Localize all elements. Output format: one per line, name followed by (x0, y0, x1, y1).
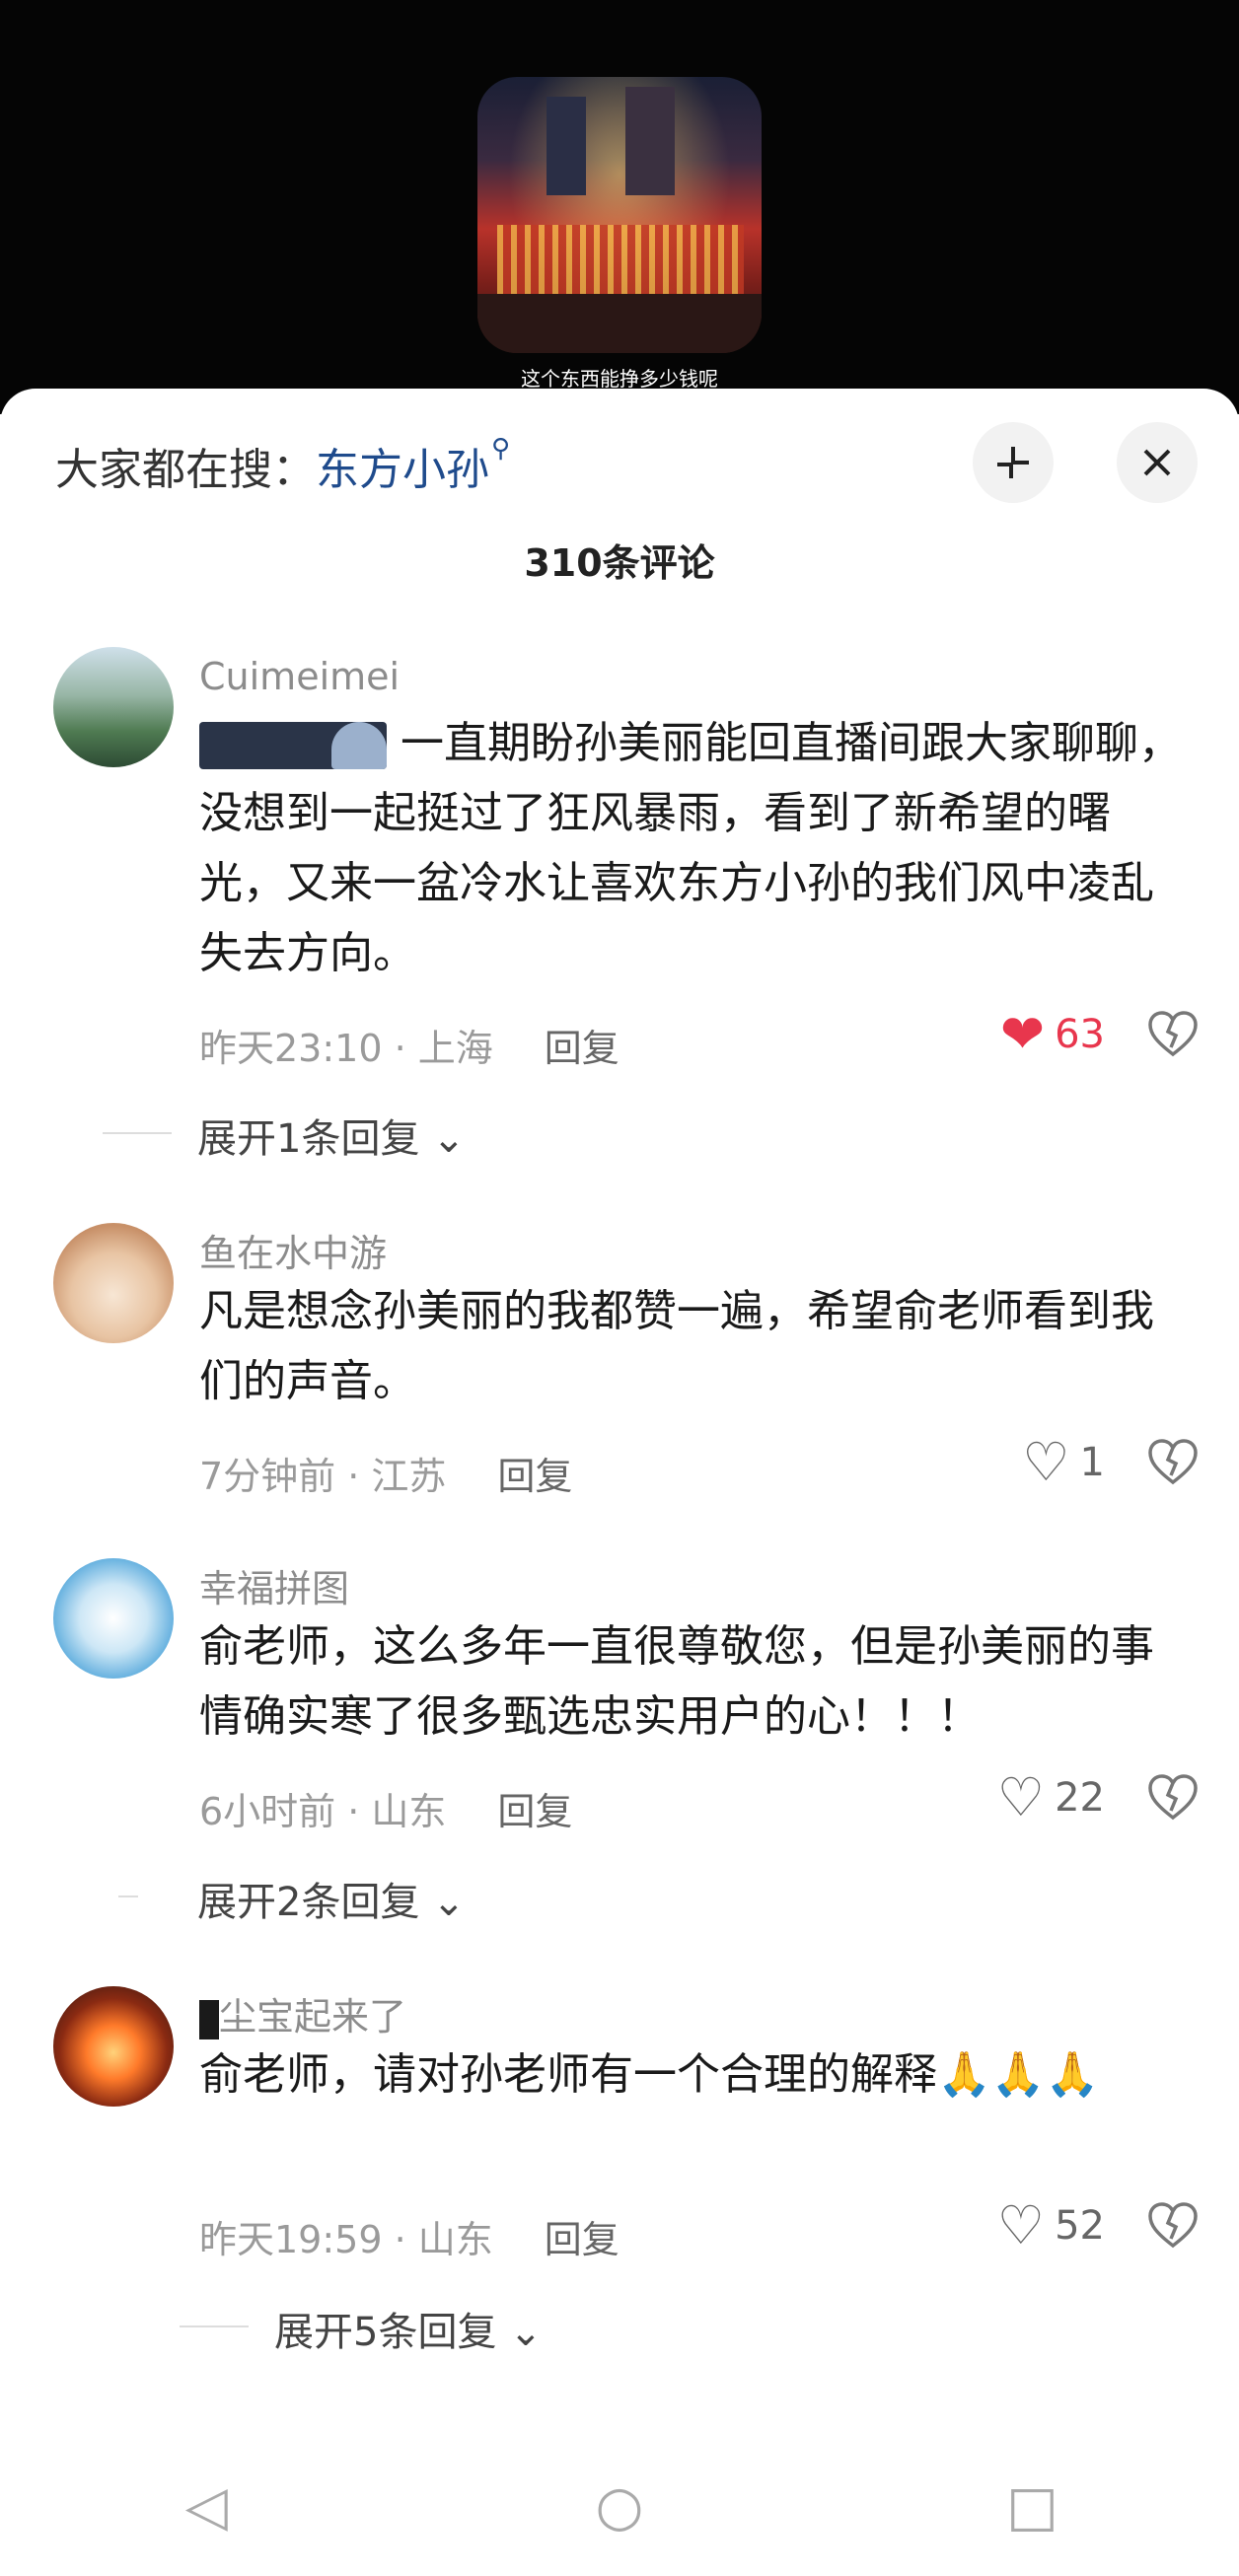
divider (180, 2326, 249, 2327)
comment-text[interactable]: 凡是想念孙美丽的我都赞一遍，希望俞老师看到我们的声音。 (199, 1276, 1186, 1416)
divider (103, 1132, 172, 1134)
comment-meta: 昨天19:59 · 山东 回复 (199, 2209, 620, 2263)
like-button[interactable]: ♡ 52 (997, 2199, 1105, 2253)
comment-count: 310条评论 (524, 541, 715, 585)
username[interactable]: 鱼在水中游 (199, 1223, 387, 1277)
dislike-icon[interactable] (1146, 1436, 1200, 1501)
search-keyword[interactable]: 东方小孙 (316, 445, 489, 495)
avatar[interactable] (53, 1223, 174, 1343)
like-button[interactable]: ♡ 22 (997, 1771, 1105, 1825)
close-icon[interactable] (1117, 422, 1198, 503)
back-icon[interactable]: ◁ (147, 2474, 265, 2539)
comment-text[interactable]: 一直期盼孙美丽能回直播间跟大家聊聊，没想到一起挺过了狂风暴雨，看到了新希望的曙光… (199, 708, 1186, 988)
comment-meta: 6小时前 · 山东 回复 (199, 1781, 572, 1835)
dislike-icon[interactable] (1146, 2199, 1200, 2264)
redaction-mark (199, 1999, 219, 2039)
reply-button[interactable]: 回复 (497, 1455, 572, 1498)
magnifier-icon: ⚲ (491, 434, 511, 464)
comment-text[interactable]: 俞老师，请对孙老师有一个合理的解释🙏🙏🙏 (199, 2039, 1186, 2110)
reply-button[interactable]: 回复 (497, 1790, 572, 1833)
heart-filled-icon: ❤ (999, 1003, 1046, 1065)
like-count: 63 (1055, 1012, 1105, 1057)
like-count: 22 (1055, 1775, 1105, 1821)
comment-meta: 7分钟前 · 江苏 回复 (199, 1446, 572, 1500)
expand-replies[interactable]: 展开2条回复 ⌄ (118, 1870, 466, 1927)
video-thumbnail[interactable] (477, 77, 762, 353)
reply-button[interactable]: 回复 (545, 2218, 620, 2261)
comment-sheet: 大家都在搜：东方小孙⚲ 310条评论 Cuimeimei 一直期盼孙美丽能回直播… (0, 389, 1239, 2576)
chevron-down-icon: ⌄ (432, 1116, 466, 1162)
expand-replies[interactable]: 展开1条回复 ⌄ (103, 1107, 466, 1164)
heart-outline-icon: ♡ (996, 2194, 1046, 2256)
comment-time: 昨天19:59 · 山东 (199, 2218, 493, 2261)
avatar[interactable] (53, 1986, 174, 2107)
collapse-icon[interactable] (973, 422, 1054, 503)
username[interactable]: Cuimeimei (199, 655, 400, 698)
username[interactable]: 幸福拼图 (199, 1558, 349, 1612)
dislike-icon[interactable] (1146, 1008, 1200, 1073)
comment-meta: 昨天23:10 · 上海 回复 (199, 1018, 620, 1072)
redacted-mention (199, 722, 387, 769)
system-nav-bar: ◁ ○ □ (0, 2436, 1239, 2576)
chevron-down-icon: ⌄ (432, 1880, 466, 1925)
reply-button[interactable]: 回复 (545, 1027, 620, 1070)
like-button[interactable]: ♡ 1 (1022, 1436, 1105, 1489)
chevron-down-icon: ⌄ (509, 2310, 543, 2355)
search-prefix: 大家都在搜： (55, 445, 316, 495)
video-caption: 这个东西能挣多少钱呢 (521, 367, 718, 391)
comment-time: 6小时前 · 山东 (199, 1790, 447, 1833)
home-icon[interactable]: ○ (560, 2474, 679, 2539)
heart-outline-icon: ♡ (1022, 1431, 1070, 1493)
username[interactable]: 尘宝起来了 (199, 1986, 406, 2040)
like-count: 52 (1055, 2203, 1105, 2249)
comment-text[interactable]: 俞老师，这么多年一直很尊敬您，但是孙美丽的事情确实寒了很多甄选忠实用户的心！！！ (199, 1611, 1186, 1752)
comment-time: 昨天23:10 · 上海 (199, 1027, 493, 1070)
like-button[interactable]: ❤ 63 (1000, 1008, 1105, 1061)
expand-replies[interactable]: 展开5条回复 ⌄ (180, 2300, 543, 2357)
divider (118, 1896, 138, 1897)
avatar[interactable] (53, 1558, 174, 1679)
like-count: 1 (1079, 1440, 1105, 1485)
comment-time: 7分钟前 · 江苏 (199, 1455, 447, 1498)
video-background[interactable]: 这个东西能挣多少钱呢 (0, 0, 1239, 414)
avatar[interactable] (53, 647, 174, 767)
dislike-icon[interactable] (1146, 1771, 1200, 1836)
recents-icon[interactable]: □ (974, 2474, 1092, 2539)
heart-outline-icon: ♡ (996, 1766, 1046, 1828)
search-suggestion[interactable]: 大家都在搜：东方小孙⚲ (55, 434, 510, 497)
